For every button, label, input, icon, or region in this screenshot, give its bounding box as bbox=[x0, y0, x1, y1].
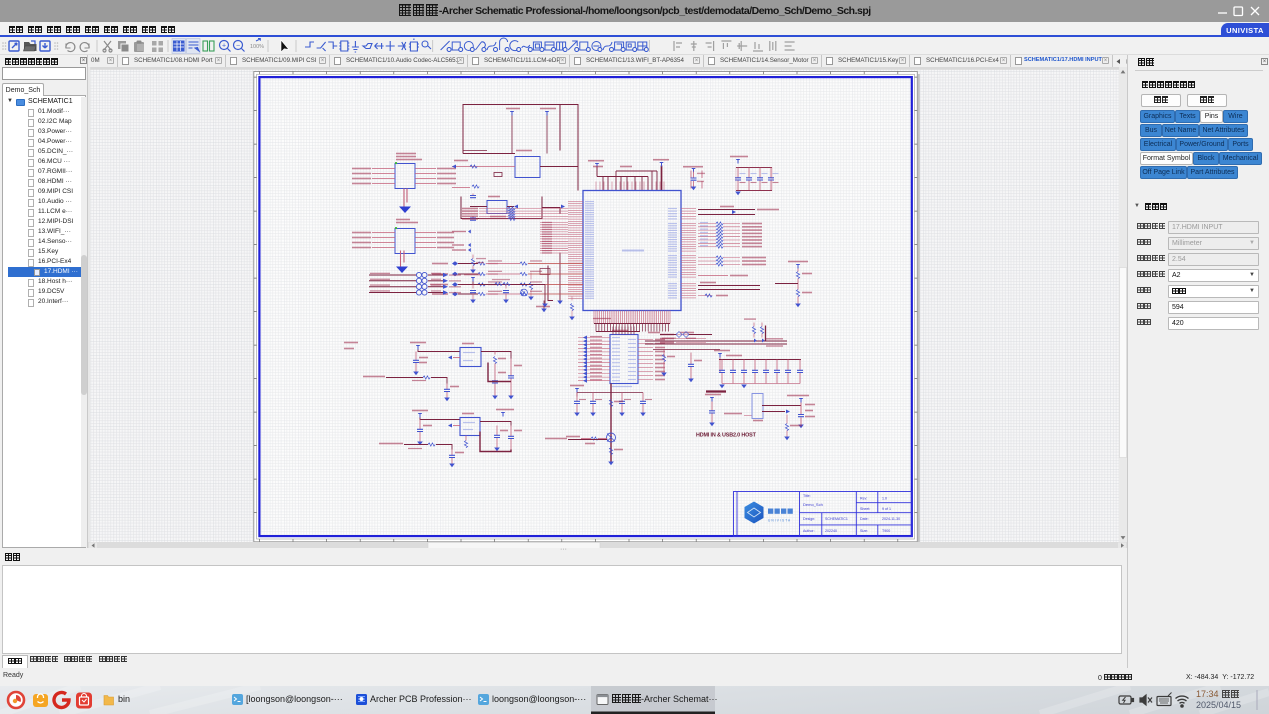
svg-text:Title:: Title: bbox=[803, 494, 811, 498]
svg-text:Sheet:: Sheet: bbox=[860, 507, 870, 511]
svg-text:Demo_Sch: Demo_Sch bbox=[803, 502, 823, 507]
svg-text:2024-11-30: 2024-11-30 bbox=[882, 517, 900, 521]
svg-text:Rev:: Rev: bbox=[860, 496, 867, 500]
svg-text:Date:: Date: bbox=[860, 517, 869, 521]
svg-text:SCHEMATIC1: SCHEMATIC1 bbox=[825, 517, 848, 521]
svg-text:9 of 1: 9 of 1 bbox=[882, 507, 891, 511]
svg-text:T900: T900 bbox=[882, 529, 890, 533]
svg-text:Design:: Design: bbox=[803, 517, 815, 521]
svg-text:Author:: Author: bbox=[803, 529, 815, 533]
svg-text:−: − bbox=[236, 43, 240, 50]
svg-text:202240: 202240 bbox=[825, 529, 837, 533]
svg-text:Size:: Size: bbox=[860, 529, 868, 533]
svg-text:1.0: 1.0 bbox=[882, 496, 887, 500]
svg-text:+: + bbox=[222, 43, 226, 50]
svg-text:HDMI IN & USB2.0 HOST: HDMI IN & USB2.0 HOST bbox=[696, 432, 757, 438]
svg-text:100%: 100% bbox=[250, 44, 264, 50]
svg-text:UNIVISTA: UNIVISTA bbox=[768, 518, 791, 522]
